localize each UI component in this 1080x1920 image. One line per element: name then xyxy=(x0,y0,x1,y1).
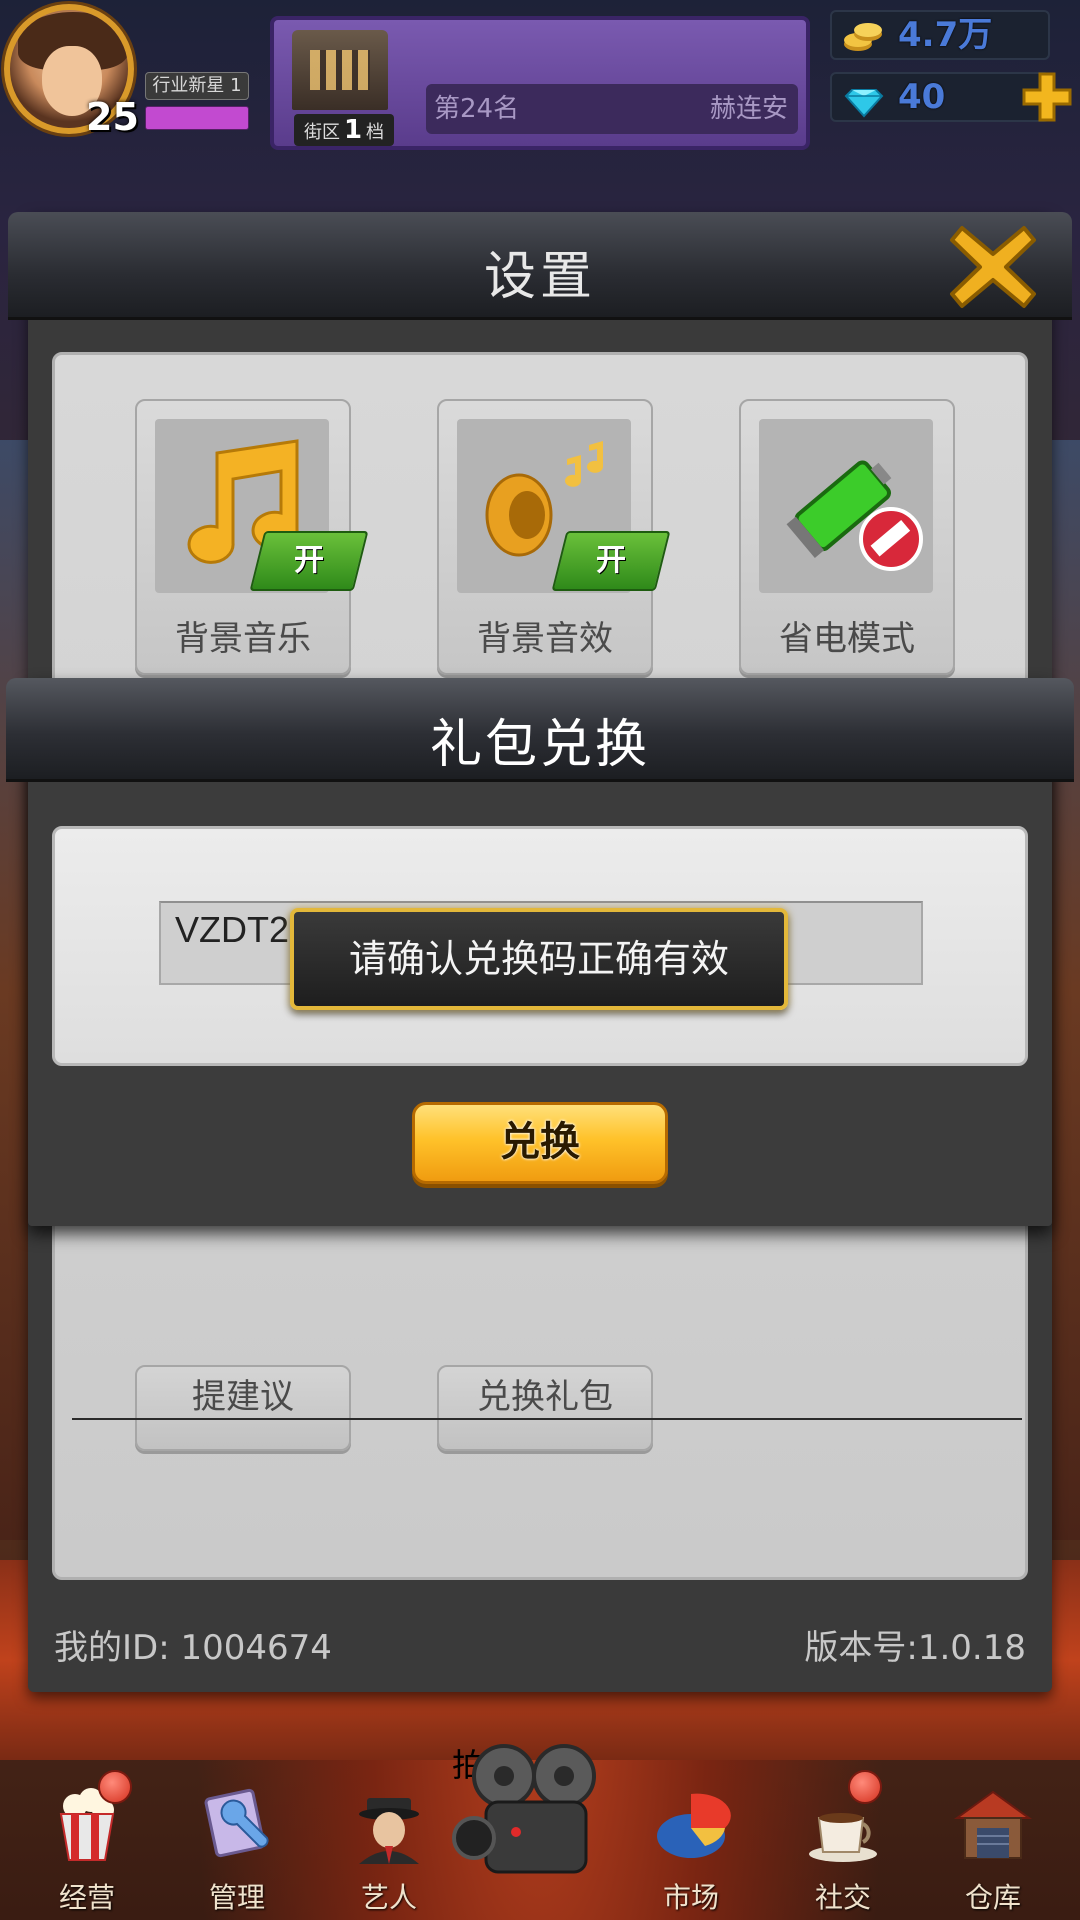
add-gems-button[interactable] xyxy=(1020,70,1074,124)
toggle-on-badge: 开 xyxy=(551,531,671,591)
tile-label: 省电模式 xyxy=(779,619,915,659)
rank-title: 行业新星 1 xyxy=(145,72,249,100)
film-camera-icon xyxy=(452,1744,596,1874)
tile-label: 背景音乐 xyxy=(175,619,311,659)
bottom-navigation: 经营 管理 艺人 拍摄 市场 xyxy=(0,1740,1080,1920)
exchange-button[interactable]: 兑换 xyxy=(412,1102,668,1184)
nav-item-warehouse[interactable]: 仓库 xyxy=(928,1740,1058,1920)
player-name: 赫连安 xyxy=(709,94,788,124)
gold-counter: 4.7万 xyxy=(830,10,1050,60)
district-ranking: 第24名 赫连安 xyxy=(426,84,798,134)
settings-title: 设置 xyxy=(483,247,596,307)
district-suffix: 档 xyxy=(366,122,385,143)
toast-message: 请确认兑换码正确有效 xyxy=(290,908,788,1010)
background-music-toggle[interactable]: 开 背景音乐 xyxy=(135,399,369,675)
toggle-state: 开 xyxy=(294,543,324,578)
district-building-icon xyxy=(292,30,388,110)
district-label: 街区 1 档 xyxy=(294,114,394,146)
district-number: 1 xyxy=(343,115,363,145)
district-prefix: 街区 xyxy=(303,122,340,143)
divider-line xyxy=(72,1418,1022,1420)
nav-label: 仓库 xyxy=(964,1881,1021,1914)
notification-dot xyxy=(98,1770,132,1804)
ranking-text: 第24名 xyxy=(434,94,520,124)
gem-amount: 40 xyxy=(898,77,946,117)
gift-dialog-title: 礼包兑换 xyxy=(429,715,650,775)
wrench-icon xyxy=(204,1788,269,1858)
nav-item-social[interactable]: 社交 xyxy=(778,1740,908,1920)
sound-effects-toggle[interactable]: 开 背景音效 xyxy=(437,399,671,675)
my-id-label: 我的ID: 1004674 xyxy=(54,1628,332,1668)
nav-item-operations[interactable]: 经营 xyxy=(22,1740,152,1920)
nav-item-management[interactable]: 管理 xyxy=(172,1740,302,1920)
agent-icon xyxy=(359,1798,419,1864)
gift-dialog-header: 礼包兑换 xyxy=(6,678,1074,782)
nav-item-filming[interactable]: 拍摄 xyxy=(452,1740,628,1920)
notification-dot xyxy=(848,1770,882,1804)
warehouse-icon xyxy=(953,1790,1033,1859)
diamond-icon xyxy=(844,89,884,118)
icon-well xyxy=(759,419,933,593)
feedback-button[interactable]: 提建议 xyxy=(135,1365,351,1451)
tile-label: 背景音效 xyxy=(477,619,613,659)
redeem-gift-button[interactable]: 兑换礼包 xyxy=(437,1365,653,1451)
top-hud: 25 行业新星 1 街区 1 档 第24名 赫连安 4.7万 40 xyxy=(0,0,1080,170)
nav-item-market[interactable]: 市场 xyxy=(626,1740,756,1920)
toggle-state: 开 xyxy=(596,543,626,578)
gold-coins-icon xyxy=(844,23,882,51)
power-saving-toggle[interactable]: 省电模式 xyxy=(739,399,955,675)
battery-saver-icon xyxy=(786,460,923,571)
experience-bar xyxy=(145,106,249,130)
pie-chart-icon xyxy=(657,1793,731,1858)
version-label: 版本号:1.0.18 xyxy=(804,1628,1026,1668)
player-level: 25 xyxy=(86,95,139,139)
nav-label: 艺人 xyxy=(360,1881,417,1914)
toggle-on-badge: 开 xyxy=(249,531,369,591)
nav-label: 经营 xyxy=(58,1881,115,1914)
nav-item-artists[interactable]: 艺人 xyxy=(324,1740,454,1920)
nav-label: 社交 xyxy=(814,1881,871,1914)
nav-label: 管理 xyxy=(208,1881,265,1914)
gem-counter: 40 xyxy=(830,72,1050,122)
settings-header: 设置 xyxy=(8,212,1072,320)
gold-amount: 4.7万 xyxy=(898,15,993,55)
nav-label: 市场 xyxy=(662,1881,719,1914)
close-icon[interactable] xyxy=(948,222,1038,312)
district-panel[interactable]: 街区 1 档 第24名 赫连安 xyxy=(270,16,810,150)
